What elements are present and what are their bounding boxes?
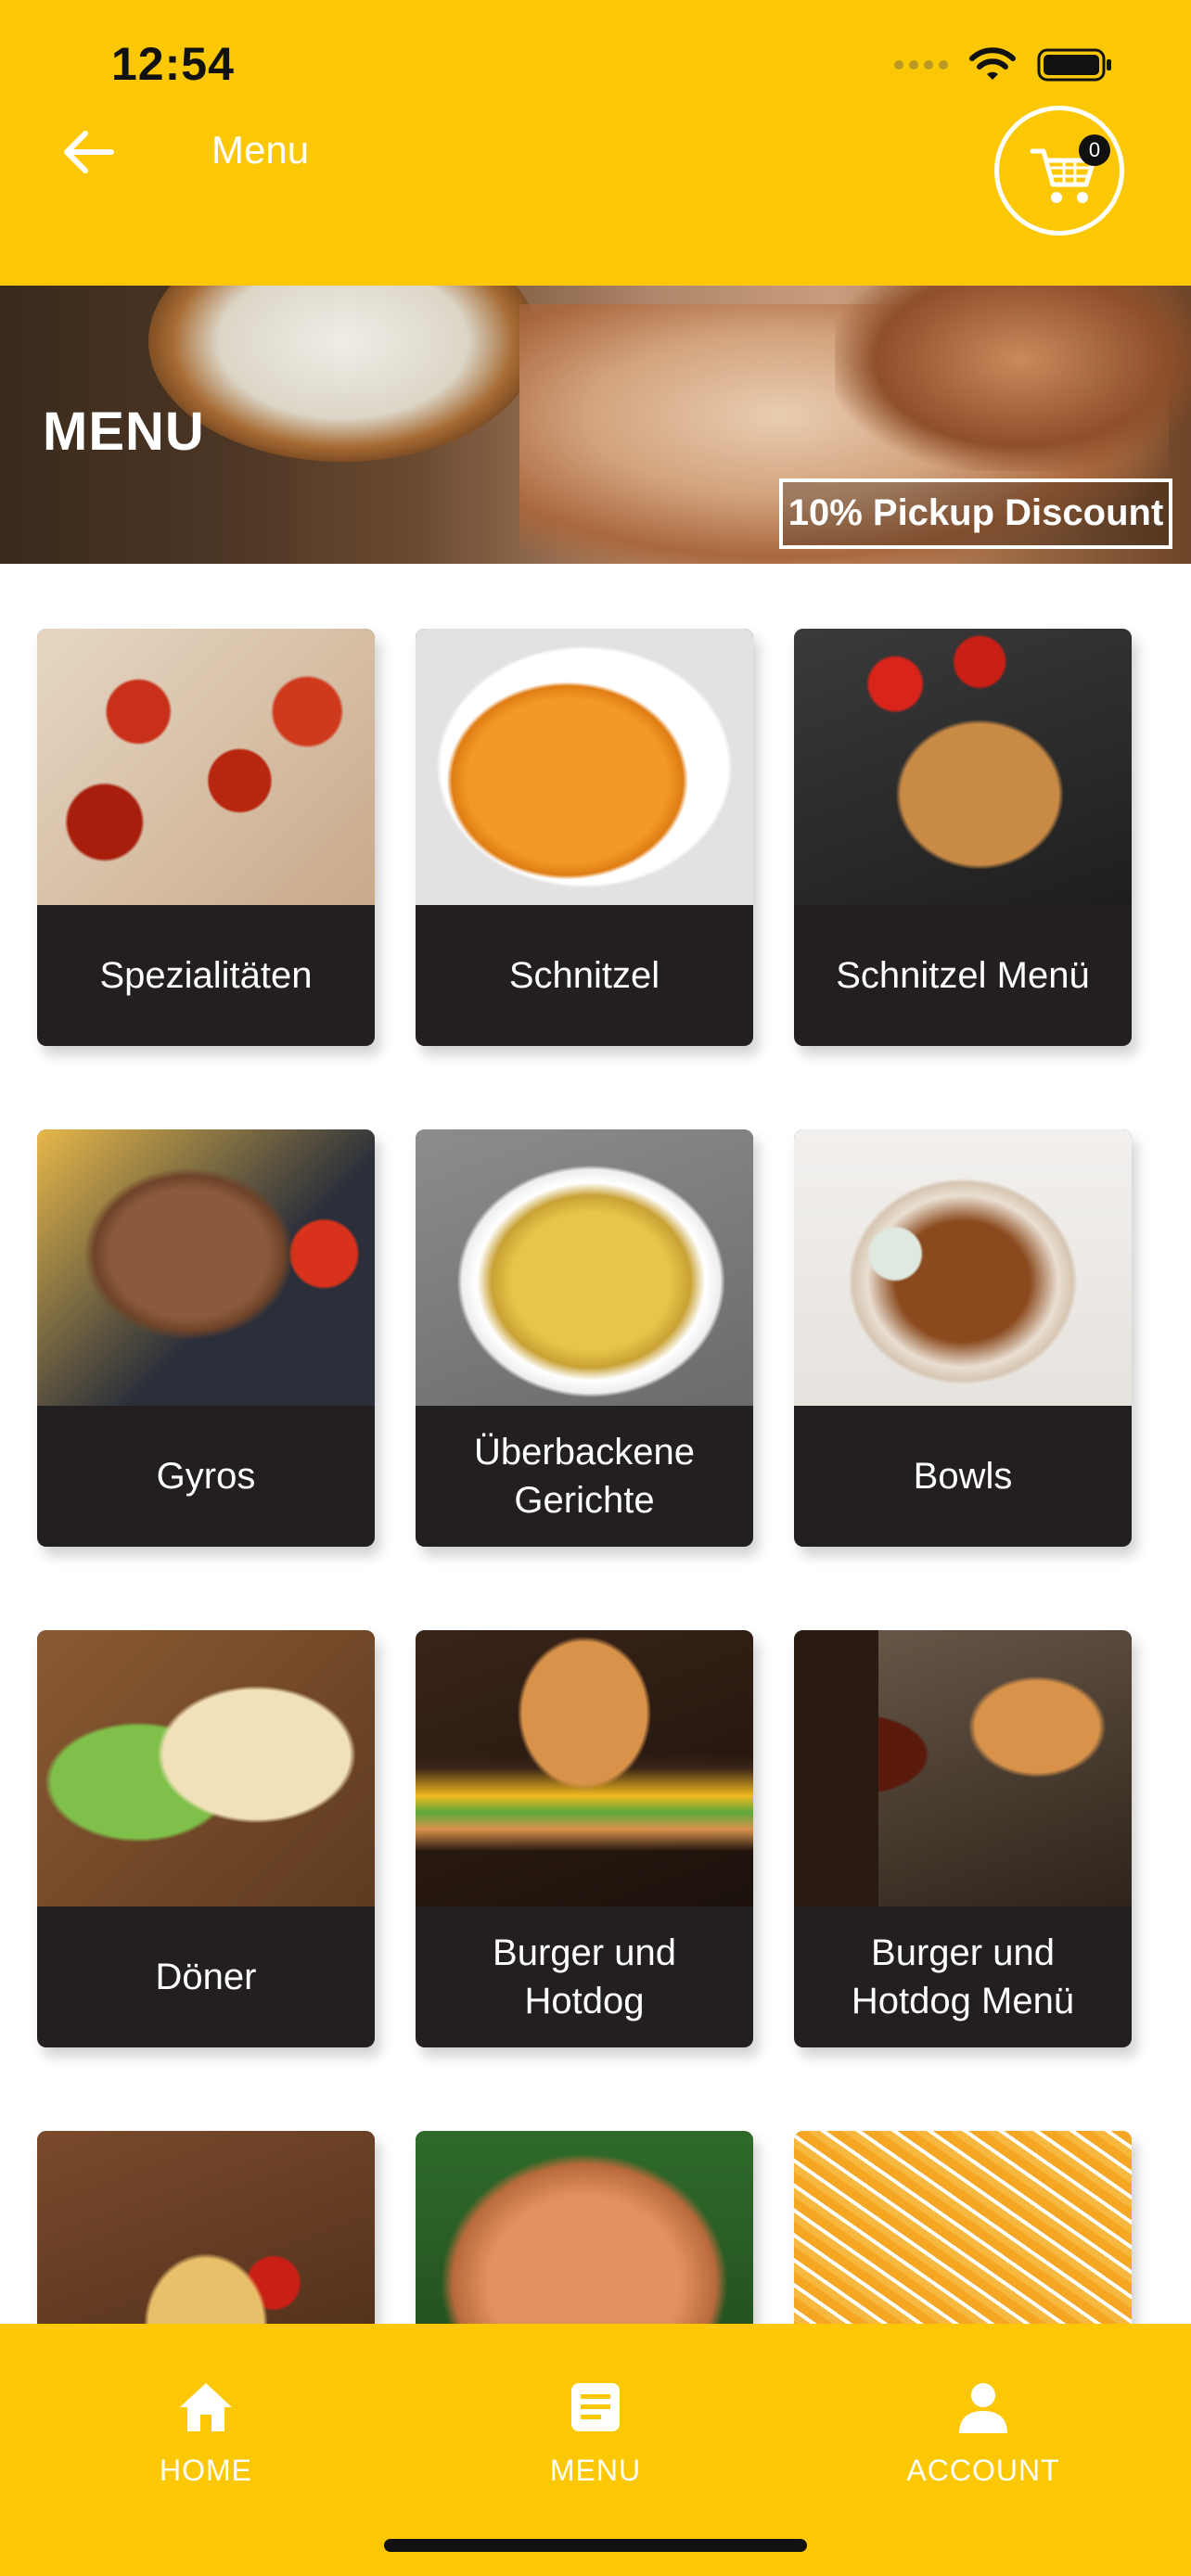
- battery-icon: [1037, 48, 1111, 82]
- category-tile-burger-hotdog[interactable]: Burger und Hotdog: [416, 1630, 753, 2047]
- category-label: Überbackene Gerichte: [474, 1432, 695, 1521]
- home-indicator[interactable]: [384, 2539, 807, 2552]
- category-image: [416, 1630, 753, 1906]
- nav-menu-label: MENU: [549, 2454, 642, 2487]
- banner-title: MENU: [43, 402, 205, 462]
- category-label: Bowls: [913, 1456, 1013, 1497]
- category-label: Spezialitäten: [99, 955, 313, 996]
- category-label: Gyros: [156, 1456, 256, 1497]
- category-tile-schnitzel[interactable]: Schnitzel: [416, 629, 753, 1046]
- category-tile-ueberbackene-gerichte[interactable]: Überbackene Gerichte: [416, 1129, 753, 1547]
- category-tile-schnitzel-menu[interactable]: Schnitzel Menü: [794, 629, 1132, 1046]
- category-tile-gyros[interactable]: Gyros: [37, 1129, 375, 1547]
- category-tile-burger-hotdog-menu[interactable]: Burger und Hotdog Menü: [794, 1630, 1132, 2047]
- nav-account[interactable]: ACCOUNT: [872, 2379, 1095, 2519]
- arrow-left-icon: [64, 131, 114, 173]
- category-image: [416, 1129, 753, 1406]
- status-icons: [894, 46, 1113, 83]
- category-label: Schnitzel: [508, 955, 660, 996]
- category-image: [37, 1630, 375, 1906]
- page-title: Menu: [211, 128, 310, 172]
- category-tile-bowls[interactable]: Bowls: [794, 1129, 1132, 1547]
- category-image: [794, 1129, 1132, 1406]
- signal-icon: [894, 60, 948, 70]
- category-image: [416, 629, 753, 905]
- wifi-icon: [969, 47, 1016, 80]
- app-header: 12:54 Menu 0: [0, 0, 1191, 286]
- nav-home-label: HOME: [160, 2454, 252, 2487]
- category-label: Burger und Hotdog Menü: [851, 1932, 1075, 2021]
- category-image: [794, 629, 1132, 905]
- cart-button[interactable]: 0: [994, 106, 1124, 236]
- menu-banner: MENU 10% Pickup Discount: [0, 286, 1191, 564]
- category-label: Burger und Hotdog: [493, 1932, 676, 2021]
- category-tile-doener[interactable]: Döner: [37, 1630, 375, 2047]
- cart-count-badge: 0: [1079, 134, 1110, 166]
- menu-document-icon: [571, 2383, 620, 2431]
- status-time: 12:54: [111, 38, 235, 90]
- category-image: [794, 1630, 1132, 1906]
- category-image: [37, 1129, 375, 1406]
- category-grid: Spezialitäten Schnitzel Schnitzel Menü G…: [28, 593, 1163, 2548]
- person-icon: [959, 2383, 1007, 2433]
- banner-image-meat-dark: [835, 286, 1191, 471]
- back-button[interactable]: [59, 122, 119, 182]
- banner-image: [148, 286, 538, 462]
- category-label: Döner: [155, 1957, 257, 1997]
- nav-menu[interactable]: MENU: [484, 2379, 707, 2519]
- home-icon: [180, 2383, 232, 2431]
- nav-account-label: ACCOUNT: [906, 2454, 1060, 2487]
- category-label: Schnitzel Menü: [836, 955, 1090, 996]
- pickup-discount-badge: 10% Pickup Discount: [779, 478, 1172, 549]
- category-tile-spezialitaeten[interactable]: Spezialitäten: [37, 629, 375, 1046]
- category-image: [37, 629, 375, 905]
- nav-home[interactable]: HOME: [95, 2379, 317, 2519]
